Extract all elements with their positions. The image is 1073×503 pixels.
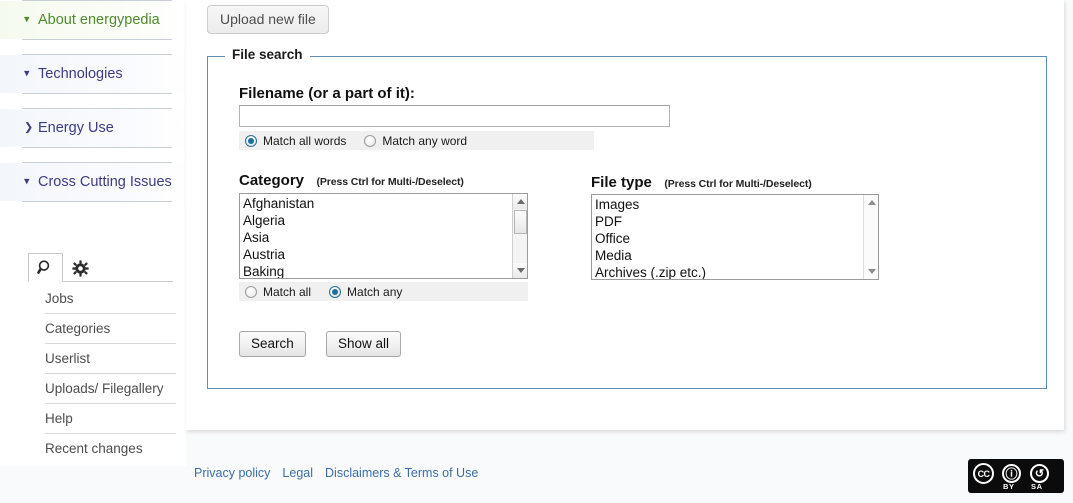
filetype-label: File type [591,174,652,191]
radio-label: Match all [263,284,312,299]
sidebar-item-label: Help [45,411,73,426]
category-hint: (Press Ctrl for Multi-/Deselect) [316,176,464,188]
cc-sa-caption: SA [1031,482,1043,491]
radio-label: Match any word [382,133,468,148]
sidebar-item-label: Userlist [45,351,91,366]
sidebar-nav-label: About energypedia [38,12,160,28]
list-item[interactable]: Media [595,247,878,264]
sidebar-tab-settings[interactable] [63,253,98,282]
chevron-down-icon: ▾ [24,67,30,80]
content-panel: Upload new file File search Filename (or… [186,0,1064,430]
radio-match-all-words[interactable]: Match all words [245,134,346,148]
footer-link-disclaimers-terms[interactable]: Disclaimers & Terms of Use [325,466,478,480]
sidebar-item-label: Uploads/ Filegallery [45,381,164,396]
sidebar-item-uploads-filegallery[interactable]: Uploads/ Filegallery [0,374,186,403]
upload-new-file-button[interactable]: Upload new file [207,5,329,34]
radio-category-match-all[interactable]: Match all [245,285,311,299]
sidebar-item-help[interactable]: Help [0,404,186,433]
sidebar-tab-search[interactable] [28,253,63,282]
category-scrollbar[interactable] [512,194,527,278]
sidebar-nav-energy-use[interactable]: ❯ Energy Use [0,109,186,147]
sidebar-nav-label: Technologies [38,66,123,82]
category-match-radio-group: Match all Match any [239,282,528,301]
scroll-up-arrow-icon[interactable] [864,195,878,210]
tab-underline [63,281,173,282]
filetype-label-group: File type (Press Ctrl for Multi-/Deselec… [591,174,812,192]
filetype-listbox[interactable]: Images PDF Office Media Archives (.zip e… [591,194,879,280]
sidebar-item-categories[interactable]: Categories [0,314,186,343]
footer: Privacy policy Legal Disclaimers & Terms… [0,430,1073,503]
sidebar-item-jobs[interactable]: Jobs [0,284,186,313]
cc-sa-share-alike-icon: ↺ [1030,464,1049,483]
footer-link-legal[interactable]: Legal [282,466,313,480]
sidebar-nav-cross-cutting-issues[interactable]: ▾ Cross Cutting Issues [0,163,186,201]
page-root: ▾ About energypedia ▾ Technologies ❯ Ene… [0,0,1073,503]
sidebar-nav-label: Cross Cutting Issues [38,174,172,190]
list-item[interactable]: Algeria [243,212,527,229]
radio-dot-icon [329,285,342,298]
cc-by-caption: BY [1003,482,1015,491]
category-listbox-items: Afghanistan Algeria Asia Austria Baking [240,194,527,278]
gear-icon [72,259,89,277]
sidebar-item-label: Jobs [45,291,74,306]
filename-label: Filename (or a part of it): [239,85,415,102]
cc-badge-inner: CC ⓘ ↺ BY SA [971,462,1061,491]
sidebar-nav-about-energypedia[interactable]: ▾ About energypedia [0,1,186,39]
scroll-down-arrow-icon[interactable] [513,263,527,278]
list-item[interactable]: Afghanistan [243,195,527,212]
chevron-down-icon: ▾ [24,175,30,188]
scrollbar-thumb[interactable] [514,210,527,234]
radio-label: Match all words [263,133,347,148]
filetype-hint: (Press Ctrl for Multi-/Deselect) [664,178,812,190]
radio-dot-icon [245,134,257,147]
chevron-right-icon: ❯ [24,121,34,134]
sidebar-nav-technologies[interactable]: ▾ Technologies [0,55,186,93]
radio-category-match-any[interactable]: Match any [329,285,402,299]
category-label-group: Category (Press Ctrl for Multi-/Deselect… [239,172,464,190]
scroll-down-arrow-icon[interactable] [864,264,878,279]
file-search-legend: File search [225,47,310,62]
list-item[interactable]: Archives (.zip etc.) [595,264,878,279]
filename-input[interactable] [239,105,670,127]
show-all-button[interactable]: Show all [326,331,402,357]
filetype-scrollbar[interactable] [863,195,878,279]
cc-by-sa-badge[interactable]: CC ⓘ ↺ BY SA [968,459,1064,493]
scroll-up-arrow-icon[interactable] [513,194,527,209]
radio-dot-icon [364,134,377,147]
list-item[interactable]: Images [595,196,878,213]
category-listbox[interactable]: Afghanistan Algeria Asia Austria Baking [239,193,528,279]
list-item[interactable]: PDF [595,213,878,230]
radio-dot-icon [245,285,257,298]
list-item[interactable]: Austria [243,246,527,263]
list-item[interactable]: Office [595,230,878,247]
filetype-listbox-items: Images PDF Office Media Archives (.zip e… [592,195,878,279]
cc-logo-icon: CC [973,463,994,484]
footer-link-privacy-policy[interactable]: Privacy policy [194,466,270,480]
magnifier-icon [37,259,54,276]
list-item[interactable]: Baking [243,263,527,278]
sidebar-tabs [28,253,98,282]
sidebar: ▾ About energypedia ▾ Technologies ❯ Ene… [0,0,186,466]
sidebar-item-label: Categories [45,321,111,336]
chevron-down-icon: ▾ [24,13,30,26]
sidebar-item-userlist[interactable]: Userlist [0,344,186,373]
sidebar-nav-label: Energy Use [38,120,114,136]
divider [22,201,172,202]
file-search-fieldset: File search Filename (or a part of it): … [207,47,1047,389]
radio-match-any-word[interactable]: Match any word [364,134,467,148]
list-item[interactable]: Asia [243,229,527,246]
search-button[interactable]: Search [239,331,306,357]
filename-match-radio-group: Match all words Match any word [239,131,594,150]
cc-by-person-icon: ⓘ [1002,464,1021,483]
footer-links: Privacy policy Legal Disclaimers & Terms… [194,466,478,480]
radio-label: Match any [347,284,403,299]
category-label: Category [239,172,305,189]
